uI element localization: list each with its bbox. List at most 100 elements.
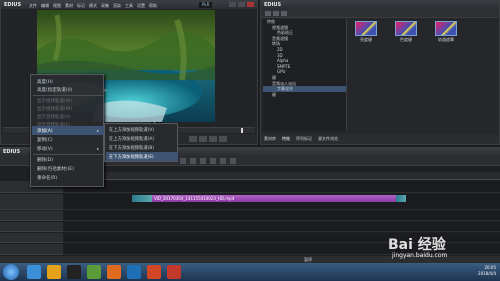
effect-preview-icon — [355, 21, 377, 36]
effect-label: 亮度键 — [360, 37, 372, 42]
effect-preview-icon — [395, 21, 417, 36]
new-icon[interactable] — [273, 11, 279, 16]
app-title: EDIUS — [4, 2, 22, 8]
start-button-icon[interactable] — [3, 264, 19, 280]
menu-item-delete[interactable]: 删除(D) — [37, 157, 53, 163]
track-area-3[interactable] — [64, 211, 500, 221]
tab-source-browser[interactable]: 源文件浏览 — [318, 134, 338, 144]
windows-taskbar: 20:05 2018/4/4 — [0, 263, 500, 281]
menu-item-edit[interactable]: 编辑 — [41, 3, 49, 9]
menu-item-render[interactable]: 渲染 — [113, 3, 121, 9]
track-area-video[interactable]: VID_20170304_141155410023_HD.mp4 — [64, 194, 500, 210]
effects-tree: 特效 视频滤镜 色彩校正 音频滤镜 转场 2D 3D Alpha SMPTE G… — [263, 19, 347, 131]
menu-item-height[interactable]: 高度(H) — [37, 79, 53, 85]
folder-app-icon[interactable] — [47, 265, 61, 279]
qq-icon[interactable] — [67, 265, 81, 279]
menu-item-move[interactable]: 移动(V) — [37, 146, 53, 152]
copy-icon[interactable] — [190, 158, 196, 164]
submenu-arrow-icon: ▸ — [97, 146, 100, 151]
menu-item-copy[interactable]: 复制(C) — [37, 137, 53, 143]
player-mode-badge[interactable]: PLR — [199, 2, 213, 8]
play-icon[interactable] — [189, 136, 197, 142]
tab-bin[interactable]: 素材库 — [264, 134, 276, 144]
tab-effects[interactable]: 特效 — [282, 134, 290, 144]
effect-thumbnail[interactable]: 色度键 — [393, 21, 419, 43]
clip-name: VID_20170304_141155410023_HD.mp4 — [154, 196, 235, 201]
maximize-icon[interactable] — [238, 2, 245, 7]
ripple-icon[interactable] — [220, 158, 226, 164]
bin-titlebar — [261, 1, 499, 9]
edius-taskbar-icon[interactable] — [127, 265, 141, 279]
menu-item-add[interactable]: 添加(A) — [37, 128, 53, 134]
video-clip[interactable]: VID_20170304_141155410023_HD.mp4 — [132, 195, 406, 202]
menu-item-mode[interactable]: 模式 — [89, 3, 97, 9]
bin-title: EDIUS — [264, 2, 282, 8]
paste-icon[interactable] — [200, 158, 206, 164]
effect-preview-icon — [435, 21, 457, 36]
search-icon[interactable] — [281, 11, 287, 16]
bin-window: EDIUS 特效 视频滤镜 色彩校正 音频滤镜 转场 2D 3D Alpha S… — [260, 0, 500, 145]
watermark-site: jingyan.baidu.com — [392, 252, 448, 259]
effect-thumbnail[interactable]: 轨道遮罩 — [433, 21, 459, 43]
add-track-submenu: 在上方添加视频轨道(V) 在上方添加视频轨道(A) 在下方添加视频轨道(B) 在… — [104, 123, 178, 162]
submenu-item-add-video-below[interactable]: 在下方添加视频轨道(B) — [109, 145, 154, 151]
minimize-icon[interactable] — [229, 2, 236, 7]
rewind-icon[interactable] — [209, 136, 217, 142]
taskbar-clock[interactable]: 20:05 2018/4/4 — [478, 265, 496, 277]
menu-separator — [33, 95, 103, 96]
effect-label: 轨道遮罩 — [438, 37, 454, 42]
explorer-icon[interactable] — [27, 265, 41, 279]
tab-sequence-markers[interactable]: 序列标记 — [296, 134, 312, 144]
track-header-video[interactable] — [0, 194, 63, 210]
menu-item-delete-with-clips[interactable]: 删除(包括素材)(E) — [37, 166, 74, 172]
menu-item-file[interactable]: 文件 — [29, 3, 37, 9]
menu-item-show-video-2: 显示视频轨道(W) — [37, 107, 72, 112]
stop-icon[interactable] — [199, 136, 207, 142]
media-player-icon[interactable] — [147, 265, 161, 279]
submenu-item-add-audio-below[interactable]: 在下方添加视频轨道(E) — [109, 154, 154, 160]
player-window-buttons — [229, 2, 254, 7]
menu-item-tools[interactable]: 工具 — [125, 3, 133, 9]
timeline-title: EDIUS — [3, 149, 21, 155]
menu-item-help[interactable]: 帮助 — [149, 3, 157, 9]
record-icon[interactable] — [167, 265, 181, 279]
submenu-item-add-video-above[interactable]: 在上方添加视频轨道(V) — [109, 127, 154, 133]
playhead-marker[interactable] — [241, 128, 243, 133]
clip-thumbnail — [132, 195, 152, 202]
firefox-icon[interactable] — [107, 265, 121, 279]
menu-item-height-track[interactable]: 高度(指定轨道)(I) — [37, 87, 72, 93]
delete-icon[interactable] — [210, 158, 216, 164]
baidu-watermark: Bai 经验 — [388, 237, 446, 253]
status-text: 暂停 — [304, 257, 312, 262]
bin-tabs: 素材库 特效 序列标记 源文件浏览 — [261, 134, 499, 144]
wechat-icon[interactable] — [87, 265, 101, 279]
folder-icon[interactable] — [265, 11, 271, 16]
submenu-item-add-audio-above[interactable]: 在上方添加视频轨道(A) — [109, 136, 154, 142]
timeline-ruler[interactable] — [64, 172, 500, 180]
effect-thumbnail[interactable]: 亮度键 — [353, 21, 379, 43]
tree-item[interactable]: 键 — [263, 92, 346, 98]
fast-forward-icon[interactable] — [219, 136, 227, 142]
track-area-audio-1[interactable] — [64, 222, 500, 232]
snap-icon[interactable] — [230, 158, 236, 164]
track-header-audio-2[interactable] — [0, 233, 63, 243]
submenu-arrow-icon: ▸ — [97, 128, 100, 133]
menu-item-marker[interactable]: 标记 — [77, 3, 85, 9]
track-header-3[interactable] — [0, 211, 63, 221]
effect-label: 色度键 — [400, 37, 412, 42]
track-header-audio-3[interactable] — [0, 244, 63, 255]
menu-separator — [33, 154, 103, 155]
cut-icon[interactable] — [180, 158, 186, 164]
close-icon[interactable] — [247, 2, 254, 7]
clock-date: 2018/4/4 — [478, 271, 496, 276]
menu-item-capture[interactable]: 采集 — [101, 3, 109, 9]
track-header-audio-1[interactable] — [0, 222, 63, 232]
player-menu-bar: 文件 编辑 视图 素材 标记 模式 采集 渲染 工具 设置 帮助 — [29, 3, 157, 9]
menu-item-view[interactable]: 视图 — [53, 3, 61, 9]
track-area-1[interactable] — [64, 181, 500, 193]
bin-toolbar — [261, 9, 499, 18]
menu-item-settings[interactable]: 设置 — [137, 3, 145, 9]
menu-item-rename[interactable]: 重命名(R) — [37, 175, 57, 181]
menu-item-show-audio: 显示音频轨道(A) — [37, 115, 71, 120]
menu-item-clip[interactable]: 素材 — [65, 3, 73, 9]
